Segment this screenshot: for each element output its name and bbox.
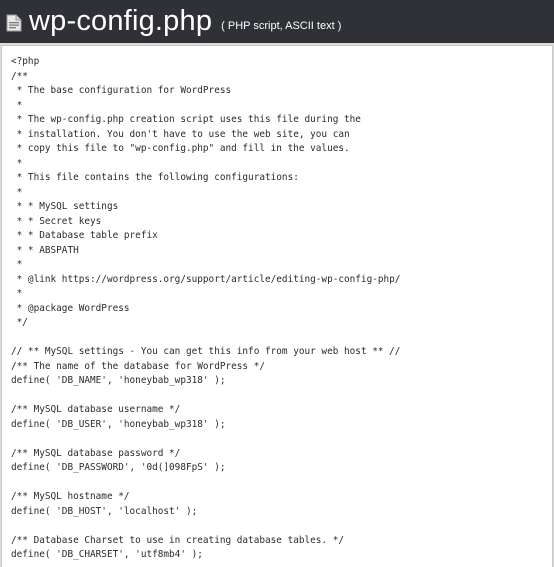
code-line: * This file contains the following confi… (11, 172, 299, 183)
code-line: <?php (11, 56, 40, 67)
code-line: /** MySQL database password */ (11, 447, 181, 459)
code-line: /** MySQL hostname */ (11, 491, 130, 502)
code-line: * The wp-config.php creation script uses… (11, 114, 361, 125)
code-line: * (11, 157, 23, 169)
code-line: define( 'DB_NAME', 'honeybab_wp318' ); (11, 375, 226, 386)
document-icon (6, 14, 22, 32)
code-line: * @link https://wordpress.org/support/ar… (11, 273, 401, 285)
code-line: */ (11, 317, 28, 328)
code-line: /** The name of the database for WordPre… (11, 360, 265, 372)
code-viewer[interactable]: <?php /** * The base configuration for Wo… (1, 45, 553, 567)
file-type-label: ( PHP script, ASCII text ) (221, 19, 342, 32)
code-line: // ** MySQL settings - You can get this … (11, 346, 401, 357)
code-line: define( 'DB_CHARSET', 'utf8mb4' ); (11, 549, 203, 560)
code-line: * (11, 259, 23, 270)
file-name-title: wp-config.php (29, 5, 213, 37)
code-line: * * Database table prefix (11, 230, 158, 241)
code-line: * copy this file to "wp-config.php" and … (11, 143, 350, 154)
code-line: * @package WordPress (11, 302, 130, 314)
code-line: /** MySQL database username */ (11, 404, 181, 415)
code-line: define( 'DB_USER', 'honeybab_wp318' ); (11, 418, 226, 430)
code-line: /** (11, 70, 28, 82)
code-line: * installation. You don't have to use th… (11, 128, 350, 140)
code-line: * (11, 186, 23, 198)
code-line: define( 'DB_HOST', 'localhost' ); (11, 505, 198, 517)
code-line: * (11, 288, 23, 299)
code-line: * * Secret keys (11, 215, 102, 227)
code-line: define( 'DB_PASSWORD', '0d(]098FpS' ); (11, 462, 226, 473)
code-line: * * ABSPATH (11, 244, 79, 256)
file-viewer-window: wp-config.php ( PHP script, ASCII text )… (0, 0, 554, 567)
code-line: * * MySQL settings (11, 201, 119, 212)
code-line: * (11, 99, 23, 111)
code-line: * The base configuration for WordPress (11, 85, 232, 96)
title-bar: wp-config.php ( PHP script, ASCII text ) (0, 0, 554, 43)
code-line: /** Database Charset to use in creating … (11, 534, 345, 546)
code-content: <?php /** * The base configuration for Wo… (2, 46, 552, 563)
